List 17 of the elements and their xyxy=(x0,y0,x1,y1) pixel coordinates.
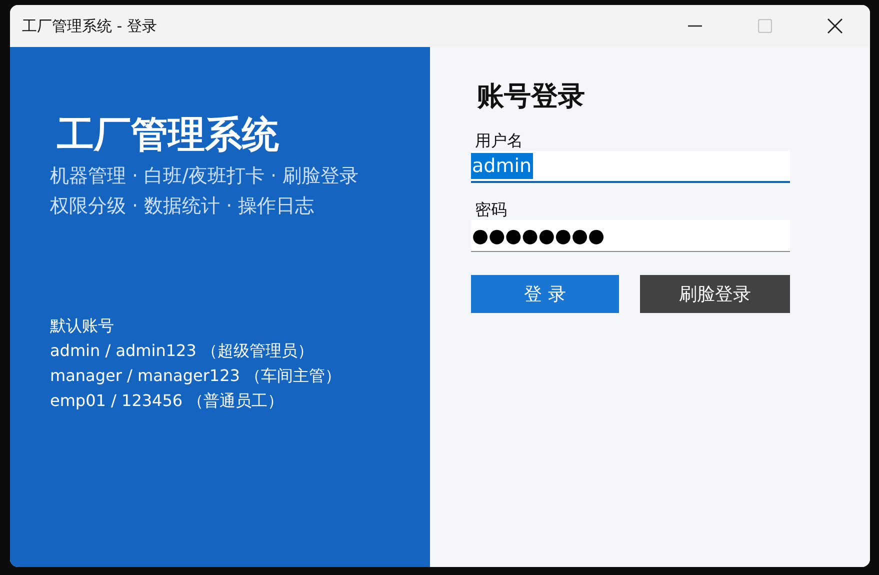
input-field[interactable]: admin xyxy=(471,151,790,183)
brand-title: 工厂管理系统 xyxy=(57,112,279,158)
login-button[interactable]: 登 录 xyxy=(471,275,619,313)
field-label: 用户名 xyxy=(475,131,523,151)
accounts-heading: 默认账号 xyxy=(50,315,114,337)
account-line: manager / manager123 （车间主管） xyxy=(50,365,342,387)
login-heading: 账号登录 xyxy=(477,80,585,114)
face-login-button[interactable]: 刷脸登录 xyxy=(640,275,790,313)
feature-line: 权限分级 · 数据统计 · 操作日志 xyxy=(50,194,314,219)
account-line: admin / admin123 （超级管理员） xyxy=(50,340,314,362)
feature-line: 机器管理 · 白班/夜班打卡 · 刷脸登录 xyxy=(50,164,359,189)
input-field[interactable]: ●●●●●●●● xyxy=(471,220,790,252)
window-title: 工厂管理系统 - 登录 xyxy=(22,16,157,36)
account-line: emp01 / 123456 （普通员工） xyxy=(50,390,284,412)
minimize-icon xyxy=(688,25,702,27)
close-icon xyxy=(827,18,843,34)
field-label: 密码 xyxy=(475,200,507,220)
